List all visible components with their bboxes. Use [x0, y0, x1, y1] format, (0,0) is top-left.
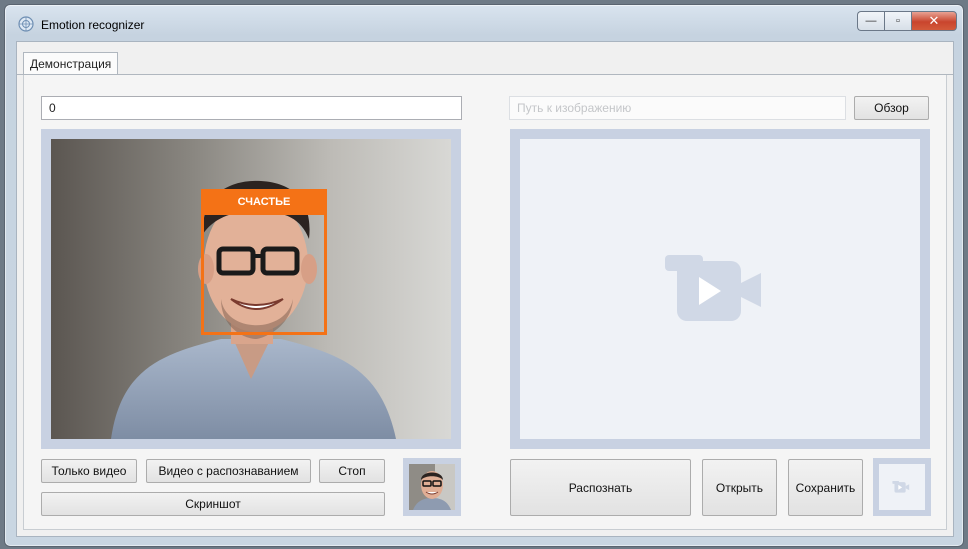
camera-index-input[interactable]: 0 [41, 96, 462, 120]
tab-demonstration[interactable]: Демонстрация [23, 52, 119, 75]
screenshot-thumbnail[interactable] [403, 458, 461, 516]
video-recognition-button[interactable]: Видео с распознаванием [146, 459, 311, 483]
image-path-input[interactable]: Путь к изображению [509, 96, 846, 120]
window-controls: — ▫ ✕ [857, 11, 957, 31]
save-button[interactable]: Сохранить [788, 459, 863, 516]
image-preview [520, 139, 920, 439]
tab-content: 0 СЧАСТЬЕ Только видео Видео с распознав… [23, 75, 947, 530]
stop-button[interactable]: Стоп [319, 459, 385, 483]
camera-frame: СЧАСТЬЕ [41, 129, 461, 449]
close-button[interactable]: ✕ [911, 11, 957, 31]
face-thumbnail-image [409, 464, 455, 510]
video-camera-icon [892, 481, 910, 493]
result-thumbnail-bg [879, 464, 925, 510]
minimize-button[interactable]: — [857, 11, 884, 31]
recognize-button[interactable]: Распознать [510, 459, 691, 516]
screenshot-button[interactable]: Скриншот [41, 492, 385, 516]
result-thumbnail[interactable] [873, 458, 931, 516]
video-only-button[interactable]: Только видео [41, 459, 137, 483]
browse-button[interactable]: Обзор [854, 96, 929, 120]
preview-frame [510, 129, 930, 449]
maximize-button[interactable]: ▫ [884, 11, 911, 31]
open-button[interactable]: Открыть [702, 459, 777, 516]
video-camera-play-icon [665, 255, 761, 321]
app-icon [18, 16, 34, 32]
tab-strip: Демонстрация [17, 42, 953, 75]
title-bar[interactable]: Emotion recognizer — ▫ ✕ [5, 5, 963, 41]
client-area: Демонстрация 0 СЧАСТЬЕ Только видео Виде… [16, 41, 954, 537]
app-window: Emotion recognizer — ▫ ✕ Демонстрация 0 [4, 4, 964, 547]
camera-feed: СЧАСТЬЕ [51, 139, 451, 439]
emotion-label: СЧАСТЬЕ [201, 189, 327, 215]
window-title: Emotion recognizer [41, 18, 145, 32]
